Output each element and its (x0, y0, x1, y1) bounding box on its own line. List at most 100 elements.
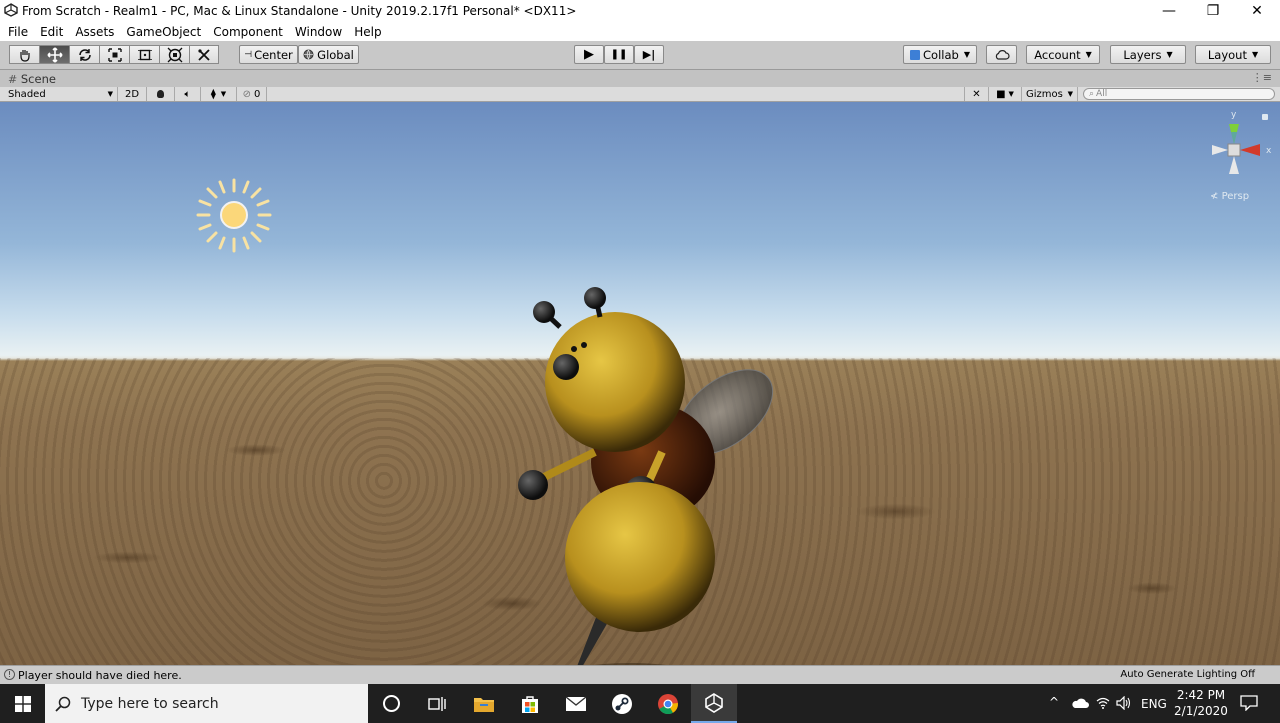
close-button[interactable]: ✕ (1234, 0, 1280, 22)
step-button[interactable]: ▶| (634, 45, 664, 64)
persp-label: Persp (1221, 191, 1250, 202)
menu-component[interactable]: Component (207, 25, 289, 39)
projection-toggle[interactable]: ≮ Persp (1210, 191, 1249, 202)
step-icon: ▶| (642, 48, 656, 61)
axis-y-label: y (1231, 110, 1237, 120)
taskbar-search-placeholder: Type here to search (81, 695, 219, 712)
menu-edit[interactable]: Edit (34, 25, 69, 39)
folder-icon (474, 697, 494, 712)
pivot-center-button[interactable]: ⊣ Center (239, 45, 298, 64)
orientation-gizmo[interactable] (1200, 110, 1278, 180)
bee-model[interactable] (500, 187, 790, 665)
search-icon: ⌕ (1089, 89, 1095, 99)
toggle-2d-button[interactable]: 2D (118, 87, 147, 101)
chevron-down-icon: ▼ (1166, 50, 1173, 59)
shading-mode-label: Shaded (8, 88, 46, 100)
rotate-tool-button[interactable] (69, 45, 99, 64)
mail-button[interactable] (553, 684, 599, 723)
file-explorer-button[interactable] (461, 684, 507, 723)
hand-icon (19, 49, 30, 62)
task-view-button[interactable] (414, 684, 460, 723)
steam-button[interactable] (599, 684, 645, 723)
collab-icon (910, 49, 921, 60)
gizmos-dropdown[interactable]: Gizmos ▼ (1022, 87, 1078, 101)
layers-dropdown[interactable]: Layers ▼ (1110, 45, 1186, 64)
camera-dropdown[interactable]: ■ ▼ (989, 87, 1022, 101)
hidden-objects-toggle[interactable]: ⊘ 0 (237, 87, 267, 101)
collab-label: Collab (923, 47, 959, 62)
mode-2d-label: 2D (124, 88, 140, 100)
sun-icon[interactable] (194, 177, 274, 257)
scene-tools-toggle[interactable]: ✕ (964, 87, 989, 101)
layout-label: Layout (1207, 47, 1247, 62)
restore-button[interactable]: ❐ (1190, 0, 1236, 22)
tools-icon: ✕ (972, 88, 981, 100)
tab-scene[interactable]: # Scene (8, 72, 56, 86)
onedrive-icon[interactable] (1071, 697, 1089, 709)
global-space-button[interactable]: Global (298, 45, 359, 64)
store-button[interactable] (507, 684, 553, 723)
collab-dropdown[interactable]: Collab ▼ (903, 45, 977, 64)
scene-search-input[interactable]: ⌕ All (1083, 88, 1275, 100)
cortana-button[interactable] (368, 684, 414, 723)
info-icon: ! (4, 669, 15, 680)
effects-dropdown[interactable]: ⧫ ▼ (201, 87, 237, 101)
lighting-toggle[interactable] (147, 87, 175, 101)
transform-tools (9, 45, 219, 64)
hand-tool-button[interactable] (9, 45, 39, 64)
windows-logo-icon (14, 695, 31, 712)
menu-gameobject[interactable]: GameObject (120, 25, 207, 39)
pivot-icon: ⊣ (244, 49, 253, 60)
menu-help[interactable]: Help (348, 25, 387, 39)
minimize-button[interactable]: — (1146, 0, 1192, 22)
wifi-icon[interactable] (1096, 697, 1110, 709)
custom-tool-button[interactable] (189, 45, 219, 64)
unity-logo-icon (705, 692, 723, 713)
scene-control-bar: Shaded ▼ 2D 🔈︎ ⧫ ▼ ⊘ 0 ✕ ■ ▼ Gizmos ▼ ⌕ Al… (0, 87, 1280, 102)
steam-icon (612, 693, 632, 714)
clock-date: 2/1/2020 (1174, 704, 1228, 718)
chevron-up-icon[interactable]: ^ (1049, 695, 1059, 709)
menu-file[interactable]: File (2, 25, 34, 39)
start-button[interactable] (0, 684, 45, 723)
chevron-down-icon: ▼ (1067, 90, 1073, 98)
play-button[interactable]: ▶ (574, 45, 604, 64)
menu-window[interactable]: Window (289, 25, 348, 39)
pause-button[interactable]: ❚❚ (604, 45, 634, 64)
scene-search-placeholder: All (1096, 89, 1108, 99)
audio-toggle[interactable]: 🔈︎ (175, 87, 201, 101)
gizmos-label: Gizmos (1026, 88, 1063, 100)
menu-assets[interactable]: Assets (69, 25, 120, 39)
move-tool-button[interactable] (39, 45, 69, 64)
mail-icon (565, 695, 587, 711)
tab-menu-icon[interactable]: ⋮≡ (1252, 71, 1272, 84)
layers-label: Layers (1123, 47, 1162, 62)
tools-icon (198, 48, 210, 61)
store-icon (522, 695, 538, 713)
transform-tool-button[interactable] (159, 45, 189, 64)
lighting-status[interactable]: Auto Generate Lighting Off (1120, 669, 1255, 680)
chrome-button[interactable] (645, 684, 691, 723)
hidden-count: 0 (254, 88, 261, 100)
notifications-icon[interactable] (1240, 695, 1258, 711)
scale-icon (107, 47, 122, 62)
volume-icon[interactable] (1116, 696, 1132, 710)
shading-mode-dropdown[interactable]: Shaded ▼ (0, 87, 118, 101)
rect-tool-button[interactable] (129, 45, 159, 64)
search-icon (55, 696, 71, 712)
lock-icon[interactable] (1262, 114, 1268, 120)
rotate-icon (78, 48, 91, 61)
console-message[interactable]: Player should have died here. (18, 669, 182, 682)
scale-tool-button[interactable] (99, 45, 129, 64)
speaker-icon: 🔈︎ (184, 88, 191, 100)
scene-view[interactable]: y x ≮ Persp (0, 102, 1280, 665)
tab-scene-label: Scene (20, 72, 56, 86)
chevron-down-icon: ▼ (963, 50, 970, 59)
layout-dropdown[interactable]: Layout ▼ (1195, 45, 1271, 64)
system-clock[interactable]: 2:42 PM 2/1/2020 (1173, 687, 1229, 719)
account-dropdown[interactable]: Account ▼ (1026, 45, 1100, 64)
cloud-button[interactable] (986, 45, 1017, 64)
taskbar-search-box[interactable]: Type here to search (45, 684, 368, 723)
input-language[interactable]: ENG (1141, 697, 1167, 711)
unity-taskbar-button[interactable] (691, 684, 737, 723)
